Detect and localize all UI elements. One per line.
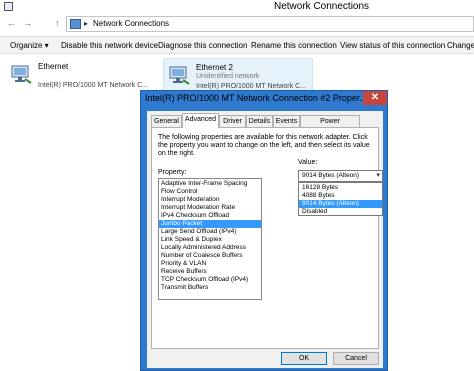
- advanced-panel: The following properties are available f…: [151, 127, 383, 349]
- property-item[interactable]: Number of Coalesce Buffers: [159, 252, 261, 260]
- breadcrumb-separator: ▸: [84, 19, 89, 28]
- address-bar[interactable]: ▸ Network Connections: [66, 16, 474, 32]
- value-dropdown[interactable]: 9014 Bytes (Alteon) ▾: [298, 170, 383, 182]
- value-option[interactable]: Disabled: [299, 208, 382, 216]
- property-item[interactable]: Receive Buffers: [159, 268, 261, 276]
- network-adapter-icon: [169, 66, 190, 85]
- panel-description: The following properties are available f…: [158, 134, 370, 157]
- tab-general[interactable]: General: [151, 115, 182, 127]
- value-option-selected[interactable]: 9014 Bytes (Alteon): [299, 200, 382, 208]
- ok-button[interactable]: OK: [281, 352, 327, 365]
- adapter-ethernet[interactable]: Ethernet Intel(R) PRO/1000 MT Network C.…: [6, 58, 158, 92]
- command-bar: Organize ▾ Disable this network device D…: [0, 36, 474, 54]
- adapter-status: Unidentified network: [196, 73, 260, 80]
- change-settings-button[interactable]: Change: [447, 41, 474, 50]
- back-arrow-icon[interactable]: ←: [6, 18, 17, 29]
- network-folder-icon: [4, 2, 13, 11]
- value-option[interactable]: 4088 Bytes: [299, 192, 382, 200]
- adapter-description: Intel(R) PRO/1000 MT Network C...: [38, 82, 148, 89]
- adapter-name: Ethernet: [38, 62, 69, 71]
- property-item[interactable]: Large Send Offload (IPv4): [159, 228, 261, 236]
- network-connections-icon: [70, 19, 81, 29]
- property-item[interactable]: Interrupt Moderation: [159, 196, 261, 204]
- close-icon[interactable]: ✕: [363, 91, 387, 105]
- chevron-down-icon: ▾: [376, 172, 380, 179]
- dialog-body: General Advanced Driver Details Events P…: [147, 111, 383, 368]
- up-arrow-icon[interactable]: ↑: [52, 18, 63, 29]
- address-row: ← → ↑ ▸ Network Connections: [0, 14, 474, 34]
- property-item[interactable]: Flow Control: [159, 188, 261, 196]
- property-item[interactable]: IPv4 Checksum Offload: [159, 212, 261, 220]
- rename-connection-button[interactable]: Rename this connection: [251, 41, 337, 50]
- property-item[interactable]: TCP Checksum Offload (IPv4): [159, 276, 261, 284]
- breadcrumb[interactable]: Network Connections: [93, 19, 169, 28]
- property-list[interactable]: Adaptive Inter-Frame Spacing Flow Contro…: [158, 178, 262, 300]
- property-item-selected[interactable]: Jumbo Packet: [159, 220, 261, 228]
- window-titlebar: Network Connections: [0, 0, 474, 14]
- tab-events[interactable]: Events: [273, 115, 300, 127]
- value-option[interactable]: 16128 Bytes: [299, 184, 382, 192]
- tab-advanced[interactable]: Advanced: [182, 113, 219, 128]
- adapter-ethernet-2[interactable]: Ethernet 2 Unidentified network Intel(R)…: [163, 58, 313, 92]
- tab-driver[interactable]: Driver: [219, 115, 246, 127]
- property-item[interactable]: Priority & VLAN: [159, 260, 261, 268]
- property-label: Property:: [158, 169, 187, 176]
- dialog-title: Intel(R) PRO/1000 MT Network Connection …: [145, 93, 367, 103]
- property-item[interactable]: Adaptive Inter-Frame Spacing: [159, 180, 261, 188]
- diagnose-connection-button[interactable]: Diagnose this connection: [158, 41, 247, 50]
- property-item[interactable]: Link Speed & Duplex: [159, 236, 261, 244]
- tab-details[interactable]: Details: [246, 115, 273, 127]
- value-label: Value:: [298, 159, 318, 166]
- property-item[interactable]: Interrupt Moderation Rate: [159, 204, 261, 212]
- property-item[interactable]: Transmit Buffers: [159, 284, 261, 292]
- value-dropdown-selected: 9014 Bytes (Alteon): [302, 172, 360, 179]
- tab-power-management[interactable]: Power Management: [300, 115, 360, 136]
- network-adapter-icon: [11, 65, 32, 84]
- window-title: Network Connections: [274, 1, 370, 12]
- property-item[interactable]: Locally Administered Address: [159, 244, 261, 252]
- adapter-description: Intel(R) PRO/1000 MT Network C...: [196, 83, 306, 90]
- adapter-name: Ethernet 2: [196, 63, 233, 72]
- adapter-properties-dialog: Intel(R) PRO/1000 MT Network Connection …: [140, 90, 388, 371]
- disable-device-button[interactable]: Disable this network device: [61, 41, 158, 50]
- view-status-button[interactable]: View status of this connection: [340, 41, 445, 50]
- organize-button[interactable]: Organize ▾: [10, 41, 49, 50]
- cancel-button[interactable]: Cancel: [333, 352, 379, 365]
- value-options-list[interactable]: 16128 Bytes 4088 Bytes 9014 Bytes (Alteo…: [298, 182, 383, 216]
- forward-arrow-icon[interactable]: →: [22, 18, 33, 29]
